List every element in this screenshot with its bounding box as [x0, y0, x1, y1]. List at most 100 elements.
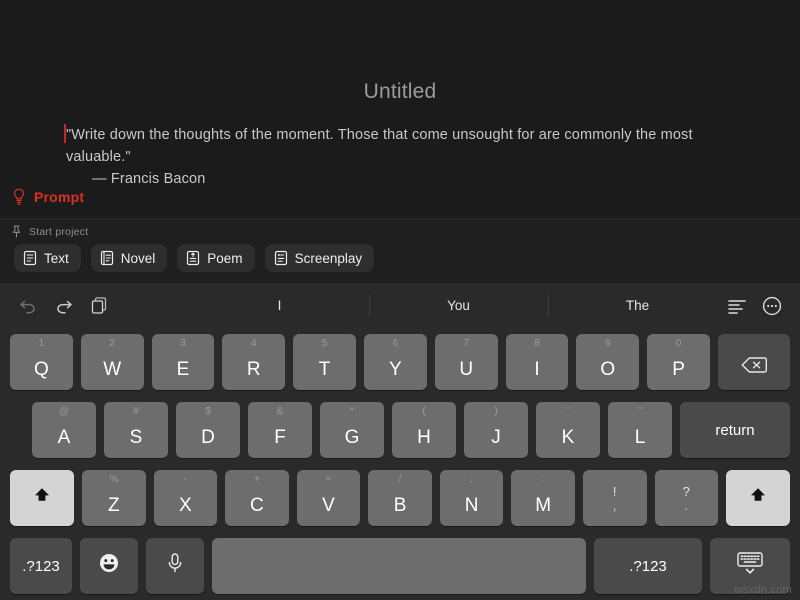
watermark: wsxdn.com [734, 584, 792, 596]
key-hint: 7 [463, 338, 469, 349]
chip-text[interactable]: Text [14, 244, 81, 272]
prompt-button[interactable]: Prompt [12, 188, 84, 206]
key-label: P [672, 359, 685, 380]
editor-body[interactable]: "Write down the thoughts of the moment. … [66, 124, 732, 190]
text-format-icon[interactable] [727, 298, 747, 314]
lightbulb-icon [12, 188, 26, 206]
key-hint: 4 [251, 338, 257, 349]
key-x[interactable]: -X [153, 470, 218, 526]
key-shift-left[interactable] [10, 470, 74, 526]
key-t[interactable]: 5T [293, 334, 356, 390]
key-r[interactable]: 4R [222, 334, 286, 390]
key-space[interactable] [212, 538, 586, 594]
suggestion-0[interactable]: I [190, 283, 369, 328]
keyboard-suggestion-bar: I You The [0, 283, 800, 328]
key-hint: 6 [392, 338, 399, 349]
suggestion-bar-right-tools [727, 296, 800, 316]
undo-icon[interactable] [18, 297, 38, 315]
key-hint: " [638, 406, 642, 417]
emoji-icon [97, 551, 121, 581]
key-comma-exclaim[interactable]: ! , [582, 470, 647, 526]
key-c[interactable]: + C [225, 470, 289, 526]
key-q[interactable]: 1Q [10, 334, 73, 390]
key-shift-right[interactable] [726, 470, 791, 526]
key-label: M [535, 495, 552, 516]
suggestion-bar-left-tools [0, 296, 190, 315]
key-label: G [344, 427, 360, 448]
key-j[interactable]: ) J [464, 402, 528, 458]
key-label: .?123 [22, 557, 60, 575]
key-hint: / [398, 474, 402, 485]
key-numbers-left[interactable]: .?123 [10, 538, 72, 594]
key-p[interactable]: 0P [647, 334, 710, 390]
key-label: return [715, 421, 755, 439]
key-upper: ? [682, 483, 690, 499]
key-hint: 9 [604, 338, 611, 349]
suggestion-2[interactable]: The [548, 283, 727, 328]
key-label: Z [107, 495, 120, 516]
more-circle-icon[interactable] [762, 296, 782, 316]
editor-area[interactable]: Untitled "Write down the thoughts of the… [0, 0, 800, 218]
key-label: C [250, 495, 264, 516]
shift-icon [747, 485, 769, 511]
key-a[interactable]: @ A [32, 402, 96, 458]
redo-icon[interactable] [54, 297, 74, 315]
poem-document-icon [186, 250, 200, 266]
key-label: .?123 [629, 557, 667, 575]
keyboard-row-1: 1Q 2W 3E 4R 5T 6Y 7U 8I 9O 0P [0, 328, 800, 396]
key-f[interactable]: & F [248, 402, 312, 458]
key-hint: $ [205, 406, 211, 417]
key-d[interactable]: $ D [176, 402, 240, 458]
key-label: N [464, 495, 479, 516]
key-y[interactable]: 6Y [363, 334, 427, 390]
suggestion-1[interactable]: You [369, 283, 548, 328]
key-label: E [176, 359, 190, 380]
key-hint: & [276, 406, 284, 417]
key-backspace[interactable] [717, 334, 790, 390]
key-label: X [179, 495, 192, 516]
keyboard-row-3: % Z -X + C = V / B ; N :M ! , ? . [0, 464, 800, 532]
key-numbers-right[interactable]: .?123 [594, 538, 702, 594]
key-hint: 1 [38, 338, 45, 349]
key-hint: ' [567, 406, 569, 417]
key-h[interactable]: (H [392, 402, 456, 458]
key-hint: ) [494, 406, 498, 417]
screenplay-document-icon [274, 250, 288, 266]
key-hint: : [541, 474, 545, 485]
chip-poem[interactable]: Poem [177, 244, 255, 272]
chip-screenplay[interactable]: Screenplay [264, 244, 375, 272]
key-label: T [318, 359, 331, 380]
key-n[interactable]: ; N [439, 470, 504, 526]
key-k[interactable]: ' K [536, 402, 600, 458]
book-icon [100, 250, 114, 266]
chip-label: Screenplay [294, 250, 363, 266]
chip-label: Novel [120, 250, 156, 266]
key-hint: 2 [109, 338, 115, 349]
key-l[interactable]: " L [608, 402, 672, 458]
key-g[interactable]: * G [320, 402, 384, 458]
key-emoji[interactable] [80, 538, 138, 594]
key-b[interactable]: / B [368, 470, 432, 526]
key-hint: 3 [180, 338, 186, 349]
key-o[interactable]: 9O [576, 334, 640, 390]
key-u[interactable]: 7U [434, 334, 498, 390]
key-i[interactable]: 8I [505, 334, 569, 390]
key-label: I [534, 359, 540, 380]
key-period-question[interactable]: ? . [654, 470, 719, 526]
key-label: S [129, 427, 143, 448]
key-w[interactable]: 2W [80, 334, 144, 390]
page-title[interactable]: Untitled [0, 80, 800, 104]
dismiss-keyboard-icon [734, 550, 766, 582]
key-hint: + [253, 474, 260, 485]
on-screen-keyboard: 1Q 2W 3E 4R 5T 6Y 7U 8I 9O 0P @ A # S $ … [0, 328, 800, 600]
key-z[interactable]: % Z [82, 470, 146, 526]
key-microphone[interactable] [146, 538, 204, 594]
chip-novel[interactable]: Novel [90, 244, 168, 272]
key-label: R [246, 359, 261, 380]
key-e[interactable]: 3E [151, 334, 215, 390]
key-m[interactable]: :M [511, 470, 575, 526]
key-return[interactable]: return [680, 402, 790, 458]
key-s[interactable]: # S [104, 402, 168, 458]
paste-icon[interactable] [90, 296, 108, 315]
key-v[interactable]: = V [296, 470, 361, 526]
